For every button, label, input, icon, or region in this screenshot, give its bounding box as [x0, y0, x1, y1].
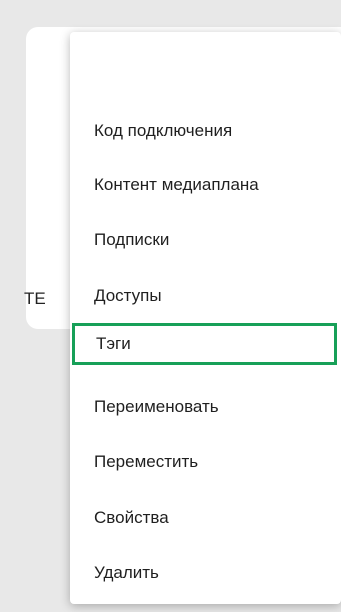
background-card-title: ТЕ	[24, 289, 46, 308]
context-menu: Код подключения Контент медиаплана Подпи…	[70, 32, 341, 604]
menu-item-properties[interactable]: Свойства	[70, 497, 341, 539]
menu-item-connection-code[interactable]: Код подключения	[70, 110, 341, 152]
menu-item-move[interactable]: Переместить	[70, 441, 341, 483]
menu-item-tags[interactable]: Тэги	[72, 323, 337, 365]
menu-item-delete[interactable]: Удалить	[70, 552, 341, 594]
menu-item-access[interactable]: Доступы	[70, 275, 341, 317]
menu-item-subscriptions[interactable]: Подписки	[70, 219, 341, 261]
menu-item-rename[interactable]: Переименовать	[70, 386, 341, 428]
menu-item-media-plan-content[interactable]: Контент медиаплана	[70, 164, 341, 206]
